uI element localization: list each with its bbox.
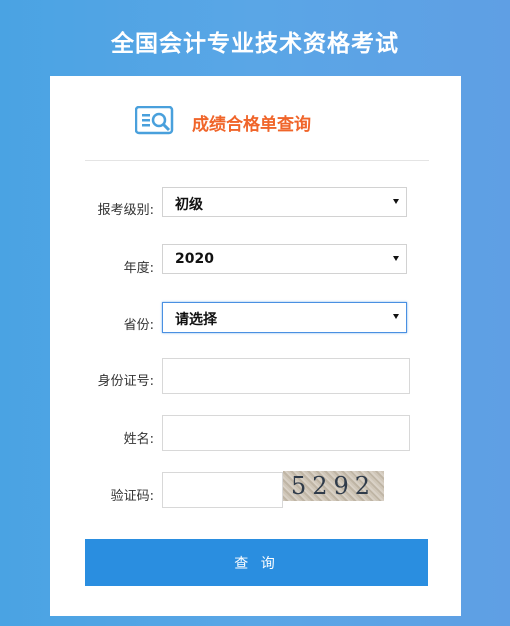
- year-value: 2020: [175, 251, 214, 267]
- id-number-label: 身份证号:: [97, 374, 154, 389]
- year-select[interactable]: 2020: [162, 244, 407, 274]
- chevron-down-icon: [393, 314, 399, 319]
- level-value: 初级: [175, 197, 203, 213]
- province-select[interactable]: 请选择: [162, 302, 407, 333]
- name-label: 姓名:: [123, 432, 154, 447]
- name-input[interactable]: [162, 415, 410, 451]
- captcha-input[interactable]: [162, 472, 283, 508]
- province-label: 省份:: [123, 318, 154, 333]
- query-title: 成绩合格单查询: [192, 115, 311, 135]
- captcha-image[interactable]: 5292: [283, 471, 384, 501]
- level-select[interactable]: 初级: [162, 187, 407, 217]
- chevron-down-icon: [393, 256, 399, 261]
- province-value: 请选择: [175, 312, 217, 328]
- search-document-icon: [134, 105, 175, 136]
- level-label: 报考级别:: [97, 203, 154, 218]
- captcha-label: 验证码:: [110, 489, 154, 504]
- header-divider: [85, 160, 429, 161]
- chevron-down-icon: [393, 199, 399, 204]
- query-button[interactable]: 查 询: [85, 539, 428, 586]
- id-number-input[interactable]: [162, 358, 410, 394]
- year-label: 年度:: [123, 261, 154, 276]
- query-card: 成绩合格单查询 报考级别: 初级 年度: 2020 省份: 请选择 身份证号: …: [50, 76, 461, 616]
- page-title: 全国会计专业技术资格考试: [111, 31, 399, 57]
